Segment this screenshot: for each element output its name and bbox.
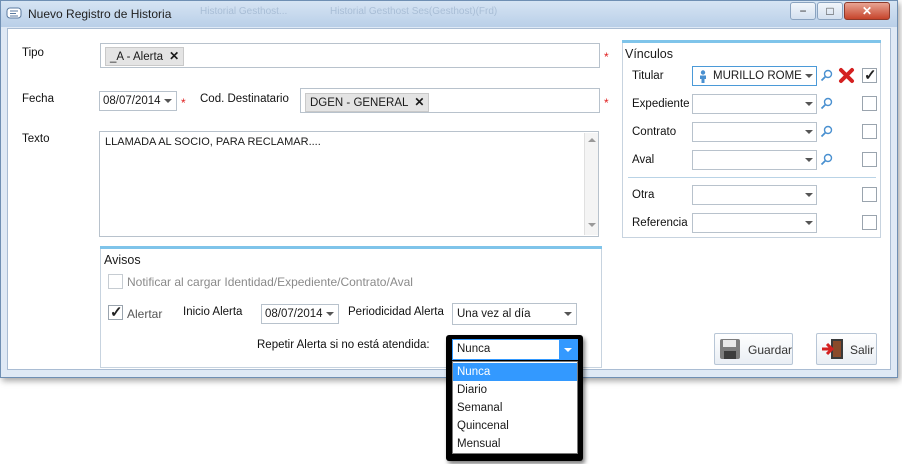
chevron-down-icon[interactable] [326, 312, 334, 316]
alertar-label: Alertar [127, 307, 163, 321]
vinculo-label: Otra [632, 189, 655, 201]
periodicidad-value: Una vez al día [457, 308, 531, 320]
inicio-alerta-label: Inicio Alerta [183, 306, 243, 318]
chevron-down-icon[interactable] [805, 130, 813, 134]
contrato-combo[interactable] [692, 122, 817, 142]
maximize-button[interactable]: □ [817, 2, 843, 20]
periodicidad-select[interactable]: Una vez al día [452, 303, 577, 325]
save-icon [720, 339, 740, 359]
texto-value: LLAMADA AL SOCIO, PARA RECLAMAR.... [105, 136, 321, 148]
alertar-checkbox[interactable] [108, 303, 123, 321]
avisos-title: Avisos [104, 253, 141, 267]
otra-checkbox[interactable] [862, 187, 877, 202]
salir-button[interactable]: Salir [816, 333, 877, 365]
titular-combo[interactable]: MURILLO ROME [692, 66, 817, 86]
option-mensual[interactable]: Mensual [453, 435, 577, 453]
chevron-down-icon[interactable] [564, 348, 572, 352]
chevron-down-icon[interactable] [805, 158, 813, 162]
texto-label: Texto [22, 133, 50, 145]
tipo-field[interactable]: _A - Alerta ✕ [100, 43, 600, 68]
inicio-alerta-value: 08/07/2014 [265, 308, 323, 320]
titular-value: MURILLO ROME [713, 70, 802, 82]
option-nunca[interactable]: Nunca [453, 363, 577, 381]
panel-accent [100, 246, 602, 249]
required-mark: * [604, 96, 609, 110]
option-diario[interactable]: Diario [453, 381, 577, 399]
expediente-combo[interactable] [692, 94, 817, 114]
fecha-value: 08/07/2014 [103, 95, 161, 107]
chevron-down-icon[interactable] [164, 99, 172, 103]
background-tab: Historial Gesthost... [200, 6, 288, 17]
tipo-label: Tipo [22, 47, 44, 59]
tipo-tag-label: _A - Alerta [110, 51, 164, 63]
person-icon [700, 70, 706, 83]
vinculo-label: Titular [632, 70, 664, 82]
option-quincenal[interactable]: Quincenal [453, 417, 577, 435]
fecha-date-picker[interactable]: 08/07/2014 [99, 91, 177, 111]
close-button[interactable]: ✕ [844, 2, 890, 20]
notificar-label: Notificar al cargar Identidad/Expediente… [127, 275, 413, 289]
search-icon[interactable] [820, 69, 833, 82]
scroll-up-icon[interactable] [588, 138, 596, 142]
vinculo-label: Contrato [632, 126, 677, 138]
destinatario-field[interactable]: DGEN - GENERAL ✕ [300, 88, 600, 113]
remove-tag-icon[interactable]: ✕ [169, 49, 179, 63]
chevron-down-icon[interactable] [564, 312, 572, 316]
option-semanal[interactable]: Semanal [453, 399, 577, 417]
guardar-button[interactable]: Guardar [714, 333, 793, 365]
scrollbar[interactable] [584, 133, 598, 235]
repetir-label: Repetir Alerta si no está atendida: [257, 339, 430, 351]
destinatario-tag-label: DGEN - GENERAL [310, 97, 409, 109]
destinatario-tag: DGEN - GENERAL ✕ [305, 93, 430, 112]
fecha-label: Fecha [22, 93, 54, 105]
vinculo-label: Expediente [632, 98, 690, 110]
app-icon [6, 7, 22, 19]
aval-checkbox[interactable] [862, 152, 877, 167]
vinculo-label: Referencia [632, 217, 688, 229]
search-icon[interactable] [820, 153, 833, 166]
minimize-button[interactable]: − [790, 2, 816, 20]
vinculo-label: Aval [632, 154, 655, 166]
referencia-checkbox[interactable] [862, 215, 877, 230]
search-icon[interactable] [820, 97, 833, 110]
window-title: Nuevo Registro de Historia [28, 7, 172, 21]
tipo-tag: _A - Alerta ✕ [105, 47, 185, 66]
aval-combo[interactable] [692, 150, 817, 170]
chevron-down-icon[interactable] [805, 102, 813, 106]
guardar-label: Guardar [748, 343, 793, 357]
exit-icon [822, 339, 843, 359]
panel-accent [622, 40, 881, 43]
inicio-alerta-date-picker[interactable]: 08/07/2014 [261, 304, 339, 324]
contrato-checkbox[interactable] [862, 124, 877, 139]
background-tab: Historial Gesthost Ses(Gesthost)(Frd) [330, 6, 498, 17]
required-mark: * [181, 96, 186, 110]
divider [628, 177, 876, 178]
expediente-checkbox[interactable] [862, 96, 877, 111]
scroll-down-icon[interactable] [588, 223, 596, 227]
chevron-down-icon[interactable] [805, 74, 813, 78]
dropdown-button[interactable] [559, 340, 578, 359]
texto-textarea[interactable]: LLAMADA AL SOCIO, PARA RECLAMAR.... [99, 131, 599, 237]
salir-label: Salir [850, 343, 875, 357]
notificar-checkbox[interactable] [108, 274, 123, 289]
search-icon[interactable] [820, 125, 833, 138]
destinatario-label: Cod. Destinatario [200, 93, 289, 105]
repetir-options-list: Nunca Diario Semanal Quincenal Mensual [452, 361, 578, 454]
chevron-down-icon[interactable] [805, 193, 813, 197]
chevron-down-icon[interactable] [805, 221, 813, 225]
repetir-select[interactable]: Nunca [452, 339, 578, 360]
referencia-combo[interactable] [692, 213, 817, 233]
otra-combo[interactable] [692, 185, 817, 205]
titular-checkbox[interactable] [862, 66, 877, 84]
delete-icon[interactable] [838, 67, 855, 84]
repetir-value: Nunca [457, 343, 491, 355]
required-mark: * [604, 50, 609, 64]
remove-tag-icon[interactable]: ✕ [414, 95, 424, 109]
periodicidad-label: Periodicidad Alerta [348, 306, 444, 318]
vinculos-title: Vínculos [625, 47, 673, 61]
